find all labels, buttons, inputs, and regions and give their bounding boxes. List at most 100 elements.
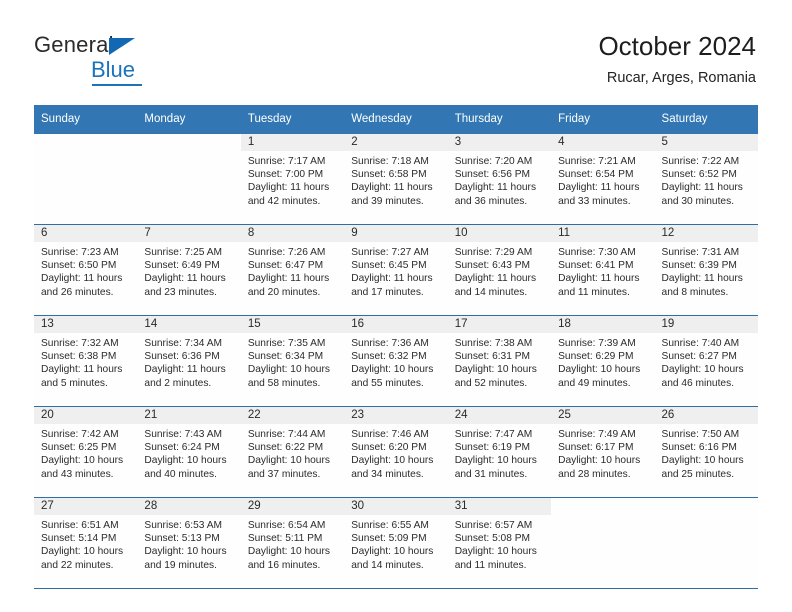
sunrise-text: Sunrise: 7:32 AM [41,338,119,349]
daylight-text: Daylight: 10 hours and 19 minutes. [144,546,227,571]
sunrise-text: Sunrise: 7:44 AM [247,429,326,440]
day-number: 6 [34,225,138,242]
day-number [34,134,137,151]
day-sun-details: Sunrise: 7:21 AM Sunset: 6:54 PM Daylight:… [551,151,654,208]
calendar-day-cell[interactable]: 13 Sunrise: 7:32 AM Sunset: 6:38 PM Dayligh… [34,315,138,407]
sunset-text: Sunset: 6:17 PM [558,442,634,454]
page-title: October 2024 [598,31,756,61]
daylight-text: Daylight: 10 hours and 25 minutes. [661,455,744,480]
calendar-day-cell[interactable]: 19 Sunrise: 7:40 AM Sunset: 6:27 PM Dayligh… [654,315,758,407]
sunset-text: Sunset: 6:50 PM [41,260,117,272]
calendar-day-cell[interactable]: 5 Sunrise: 7:22 AM Sunset: 6:52 PM Daylight… [654,134,758,225]
calendar-day-cell[interactable]: 12 Sunrise: 7:31 AM Sunset: 6:39 PM Dayligh… [654,224,758,316]
day-sun-details [655,515,758,519]
daylight-text: Daylight: 10 hours and 40 minutes. [144,455,227,480]
day-cell-inner [551,498,654,588]
sunrise-text: Sunrise: 7:50 AM [661,429,740,440]
calendar-day-cell[interactable]: 4 Sunrise: 7:21 AM Sunset: 6:54 PM Daylight… [551,134,655,225]
calendar-day-cell[interactable]: 21 Sunrise: 7:43 AM Sunset: 6:24 PM Dayligh… [137,406,241,498]
sunset-text: Sunset: 6:41 PM [558,260,634,272]
day-sun-details: Sunrise: 6:55 AM Sunset: 5:09 PM Daylight:… [344,515,447,572]
day-number: 11 [551,225,655,242]
calendar-empty-cell [137,134,241,225]
sunrise-text: Sunrise: 7:39 AM [558,338,636,349]
calendar-week-row: 27 Sunrise: 6:51 AM Sunset: 5:14 PM Dayligh… [34,497,758,589]
day-cell-inner: 23 Sunrise: 7:46 AM Sunset: 6:20 PM Dayligh… [344,407,448,497]
day-sun-details: Sunrise: 7:38 AM Sunset: 6:31 PM Daylight:… [448,333,551,390]
daylight-text: Daylight: 10 hours and 37 minutes. [247,455,330,480]
calendar-day-cell[interactable]: 1 Sunrise: 7:17 AM Sunset: 7:00 PM Daylight… [240,134,345,225]
weekday-header-thursday: Thursday [447,105,552,134]
calendar-day-cell[interactable]: 27 Sunrise: 6:51 AM Sunset: 5:14 PM Dayligh… [34,497,138,589]
sunrise-text: Sunrise: 6:51 AM [41,520,119,531]
calendar-day-cell[interactable]: 14 Sunrise: 7:34 AM Sunset: 6:36 PM Dayligh… [137,315,241,407]
calendar-day-cell[interactable]: 28 Sunrise: 6:53 AM Sunset: 5:13 PM Dayligh… [137,497,241,589]
calendar-day-cell[interactable]: 30 Sunrise: 6:55 AM Sunset: 5:09 PM Dayligh… [344,497,448,589]
day-number: 31 [447,498,552,515]
daylight-text: Daylight: 11 hours and 39 minutes. [351,182,433,207]
logo-text-general: General [34,32,114,57]
weekday-header-friday: Friday [551,105,655,134]
calendar-day-cell[interactable]: 23 Sunrise: 7:46 AM Sunset: 6:20 PM Dayligh… [344,406,448,498]
calendar-day-cell[interactable]: 29 Sunrise: 6:54 AM Sunset: 5:11 PM Dayligh… [240,497,345,589]
calendar-day-cell[interactable]: 10 Sunrise: 7:29 AM Sunset: 6:43 PM Dayligh… [447,224,552,316]
weekday-header-tuesday: Tuesday [240,105,345,134]
day-sun-details: Sunrise: 7:29 AM Sunset: 6:43 PM Daylight:… [448,242,551,299]
day-sun-details: Sunrise: 7:40 AM Sunset: 6:27 PM Daylight:… [655,333,758,390]
calendar-day-cell[interactable]: 2 Sunrise: 7:18 AM Sunset: 6:58 PM Daylight… [344,134,448,225]
calendar-week-row: 13 Sunrise: 7:32 AM Sunset: 6:38 PM Dayligh… [34,315,758,407]
daylight-text: Daylight: 11 hours and 17 minutes. [351,273,433,298]
general-blue-logo[interactable]: General Blue [34,32,204,86]
calendar-day-cell[interactable]: 25 Sunrise: 7:49 AM Sunset: 6:17 PM Dayligh… [551,406,655,498]
calendar-day-cell[interactable]: 20 Sunrise: 7:42 AM Sunset: 6:25 PM Dayligh… [34,406,138,498]
calendar-day-cell[interactable]: 7 Sunrise: 7:25 AM Sunset: 6:49 PM Daylight… [137,224,241,316]
day-number: 19 [654,316,758,333]
daylight-text: Daylight: 11 hours and 26 minutes. [41,273,123,298]
calendar-day-cell[interactable]: 17 Sunrise: 7:38 AM Sunset: 6:31 PM Dayligh… [447,315,552,407]
calendar-table: Sunday Monday Tuesday Wednesday Thursday… [34,105,758,589]
sunrise-text: Sunrise: 7:49 AM [558,429,636,440]
daylight-text: Daylight: 11 hours and 30 minutes. [661,182,743,207]
day-number: 22 [240,407,345,424]
calendar-day-cell[interactable]: 9 Sunrise: 7:27 AM Sunset: 6:45 PM Daylight… [344,224,448,316]
calendar-day-cell[interactable]: 16 Sunrise: 7:36 AM Sunset: 6:32 PM Dayligh… [344,315,448,407]
daylight-text: Daylight: 11 hours and 5 minutes. [41,364,123,389]
calendar-body: 1 Sunrise: 7:17 AM Sunset: 7:00 PM Daylight… [34,134,758,589]
day-cell-inner: 20 Sunrise: 7:42 AM Sunset: 6:25 PM Dayligh… [34,407,138,497]
calendar-day-cell[interactable]: 15 Sunrise: 7:35 AM Sunset: 6:34 PM Dayligh… [240,315,345,407]
day-number: 1 [240,134,345,151]
sunrise-text: Sunrise: 7:36 AM [351,338,429,349]
day-sun-details: Sunrise: 7:50 AM Sunset: 6:16 PM Daylight:… [655,424,758,481]
sunrise-text: Sunrise: 7:23 AM [41,247,119,258]
day-cell-inner: 27 Sunrise: 6:51 AM Sunset: 5:14 PM Dayligh… [34,498,138,588]
day-cell-inner: 18 Sunrise: 7:39 AM Sunset: 6:29 PM Dayligh… [551,316,655,406]
sunset-text: Sunset: 6:20 PM [351,442,427,454]
calendar-day-cell[interactable]: 8 Sunrise: 7:26 AM Sunset: 6:47 PM Daylight… [240,224,345,316]
calendar-day-cell[interactable]: 31 Sunrise: 6:57 AM Sunset: 5:08 PM Dayligh… [447,497,552,589]
sunset-text: Sunset: 6:56 PM [454,169,531,181]
day-number: 26 [654,407,758,424]
calendar-day-cell[interactable]: 6 Sunrise: 7:23 AM Sunset: 6:50 PM Daylight… [34,224,138,316]
calendar-day-cell[interactable]: 24 Sunrise: 7:47 AM Sunset: 6:19 PM Dayligh… [447,406,552,498]
day-sun-details: Sunrise: 7:23 AM Sunset: 6:50 PM Daylight:… [34,242,137,299]
day-sun-details [137,151,240,155]
calendar-day-cell[interactable]: 18 Sunrise: 7:39 AM Sunset: 6:29 PM Dayligh… [551,315,655,407]
calendar-day-cell[interactable]: 3 Sunrise: 7:20 AM Sunset: 6:56 PM Daylight… [447,134,552,225]
sunset-text: Sunset: 5:08 PM [454,533,531,545]
day-cell-inner: 26 Sunrise: 7:50 AM Sunset: 6:16 PM Dayligh… [654,407,758,497]
calendar-day-cell[interactable]: 11 Sunrise: 7:30 AM Sunset: 6:41 PM Dayligh… [551,224,655,316]
calendar-day-cell[interactable]: 26 Sunrise: 7:50 AM Sunset: 6:16 PM Dayligh… [654,406,758,498]
day-sun-details: Sunrise: 7:47 AM Sunset: 6:19 PM Daylight:… [448,424,551,481]
day-number: 20 [34,407,138,424]
calendar-day-cell[interactable]: 22 Sunrise: 7:44 AM Sunset: 6:22 PM Dayligh… [240,406,345,498]
day-cell-inner: 10 Sunrise: 7:29 AM Sunset: 6:43 PM Dayligh… [447,225,552,315]
day-number: 16 [344,316,448,333]
sunrise-text: Sunrise: 7:26 AM [247,247,326,258]
sunrise-text: Sunrise: 7:31 AM [661,247,740,258]
daylight-text: Daylight: 10 hours and 34 minutes. [351,455,434,480]
day-number: 8 [240,225,345,242]
calendar-week-row: 1 Sunrise: 7:17 AM Sunset: 7:00 PM Daylight… [34,134,758,225]
day-sun-details [551,515,654,519]
day-cell-inner: 9 Sunrise: 7:27 AM Sunset: 6:45 PM Daylight… [344,225,448,315]
sunset-text: Sunset: 6:54 PM [558,169,634,181]
